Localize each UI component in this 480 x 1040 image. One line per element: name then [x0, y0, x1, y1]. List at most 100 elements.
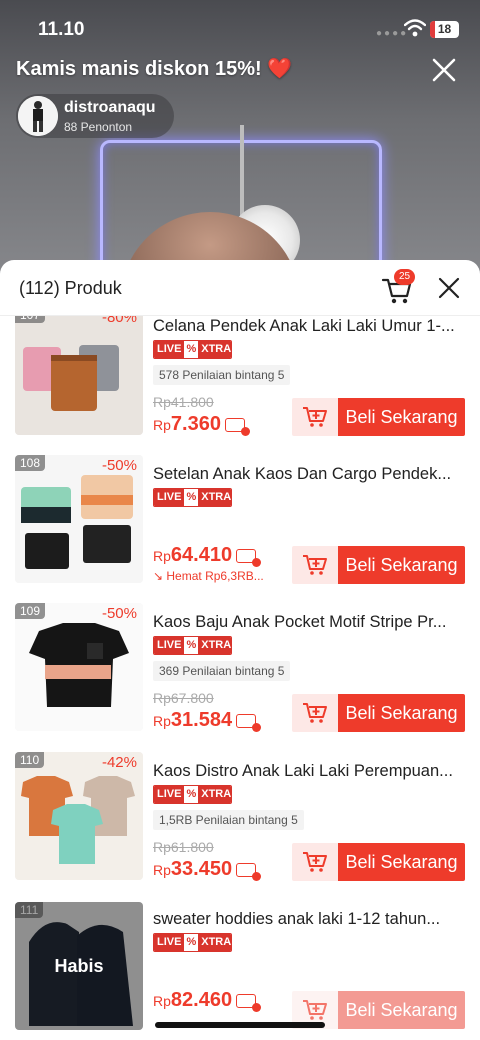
badge-live-text: LIVE — [154, 637, 185, 654]
live-title: Kamis manis diskon 15%! ❤️ — [16, 58, 293, 80]
product-index: 107 — [15, 316, 46, 323]
original-price: Rp61.800 — [153, 839, 214, 855]
currency: Rp — [153, 417, 171, 433]
add-cart-icon — [303, 555, 327, 575]
price: Rp33.450 — [153, 858, 262, 881]
discount-tag: -50% — [101, 605, 137, 622]
add-cart-icon — [303, 407, 327, 427]
price-value: 7.360 — [170, 413, 221, 435]
product-name[interactable]: Setelan Anak Kaos Dan Cargo Pendek... — [153, 465, 466, 484]
live-xtra-badge: LIVE % XTRA — [153, 933, 232, 952]
product-index: 109 — [15, 603, 46, 619]
voucher-icon — [236, 713, 262, 732]
rating-chip: 578 Penilaian bintang 5 — [153, 365, 291, 385]
badge-pct-text: % — [184, 489, 199, 506]
add-to-cart-button[interactable] — [292, 843, 338, 881]
avatar-figure-icon — [18, 96, 58, 136]
shorts-image — [15, 316, 143, 435]
badge-xtra-text: XTRA — [198, 341, 231, 358]
viewer-count: 88 Penonton — [64, 120, 133, 134]
price: Rp7.360 — [153, 413, 250, 436]
price-value: 82.460 — [170, 989, 233, 1011]
price-value: 31.584 — [170, 709, 233, 731]
badge-pct-text: % — [184, 934, 199, 951]
product-name[interactable]: sweater hoddies anak laki 1-12 tahun... — [153, 910, 466, 929]
badge-live-text: LIVE — [154, 489, 185, 506]
cart-count-badge: 25 — [394, 269, 415, 285]
badge-pct-text: % — [184, 341, 199, 358]
price-value: 33.450 — [170, 858, 233, 880]
product-item[interactable]: 110 -42% Kaos Distro Anak Laki Laki Pere… — [0, 747, 480, 895]
product-item[interactable]: 109 -50% Kaos Baju Anak Pocket Motif Str… — [0, 598, 480, 746]
voucher-icon — [236, 862, 262, 881]
badge-xtra-text: XTRA — [198, 489, 231, 506]
add-cart-icon — [303, 703, 327, 723]
live-xtra-badge: LIVE % XTRA — [153, 785, 232, 804]
badge-xtra-text: XTRA — [198, 786, 231, 803]
trend-down-icon: ↘ — [153, 569, 167, 583]
product-thumbnail[interactable]: 108 -50% — [15, 455, 143, 583]
buy-now-button[interactable]: Beli Sekarang — [338, 843, 465, 881]
rating-chip: 369 Penilaian bintang 5 — [153, 661, 291, 681]
host-info[interactable]: distroanaqu 88 Penonton — [16, 94, 174, 138]
product-index: 108 — [15, 455, 46, 471]
product-item[interactable]: 108 -50% Setelan Anak Kaos Dan Cargo Pen… — [0, 450, 480, 598]
product-item[interactable]: 107 -80% Celana Pendek Anak Laki Laki Um… — [0, 316, 480, 450]
badge-live-text: LIVE — [154, 786, 185, 803]
product-thumbnail[interactable]: 111 Habis — [15, 902, 143, 1030]
host-name[interactable]: distroanaqu — [64, 99, 156, 117]
product-name[interactable]: Kaos Baju Anak Pocket Motif Stripe Pr... — [153, 613, 466, 632]
close-sheet-icon[interactable] — [436, 275, 462, 301]
add-to-cart-button[interactable] — [292, 398, 338, 436]
voucher-icon — [236, 993, 262, 1012]
add-cart-icon — [303, 1000, 327, 1020]
discount-tag: -80% — [101, 316, 137, 326]
close-live-icon[interactable] — [428, 54, 460, 86]
voucher-icon — [224, 417, 250, 436]
buy-now-button[interactable]: Beli Sekarang — [338, 991, 465, 1029]
sheet-title: (112) Produk — [19, 278, 122, 298]
sheet-header: (112) Produk 25 — [0, 260, 480, 316]
currency: Rp — [153, 993, 171, 1009]
add-to-cart-button[interactable] — [292, 546, 338, 584]
buy-now-button[interactable]: Beli Sekarang — [338, 546, 465, 584]
host-avatar[interactable] — [18, 96, 58, 136]
battery-icon: 18 — [430, 21, 459, 38]
badge-pct-text: % — [184, 637, 199, 654]
badge-xtra-text: XTRA — [198, 637, 231, 654]
price-value: 64.410 — [170, 544, 233, 566]
currency: Rp — [153, 548, 171, 564]
original-price: Rp41.800 — [153, 394, 214, 410]
add-to-cart-button[interactable] — [292, 694, 338, 732]
price: Rp64.410 — [153, 544, 262, 567]
badge-live-text: LIVE — [154, 934, 185, 951]
badge-pct-text: % — [184, 786, 199, 803]
price: Rp82.460 — [153, 989, 262, 1012]
product-list[interactable]: 107 -80% Celana Pendek Anak Laki Laki Um… — [0, 316, 480, 1040]
product-thumbnail[interactable]: 107 -80% — [15, 316, 143, 435]
product-index: 110 — [15, 752, 45, 768]
live-xtra-badge: LIVE % XTRA — [153, 636, 232, 655]
currency: Rp — [153, 862, 171, 878]
buy-now-button[interactable]: Beli Sekarang — [338, 398, 465, 436]
status-bar: 11.10 ●●●● 18 — [0, 0, 480, 60]
tshirt-image — [15, 603, 143, 731]
buy-now-button[interactable]: Beli Sekarang — [338, 694, 465, 732]
tshirt-set-image — [15, 752, 143, 880]
badge-xtra-text: XTRA — [198, 934, 231, 951]
home-indicator[interactable] — [155, 1022, 325, 1028]
product-thumbnail[interactable]: 110 -42% — [15, 752, 143, 880]
product-thumbnail[interactable]: 109 -50% — [15, 603, 143, 731]
sold-out-overlay: Habis — [15, 902, 143, 1030]
wifi-icon — [404, 19, 426, 37]
savings-text: ↘ Hemat Rp6,3RB... — [153, 569, 264, 583]
product-sheet: (112) Produk 25 107 -80% — [0, 260, 480, 1040]
product-name[interactable]: Celana Pendek Anak Laki Laki Umur 1-... — [153, 317, 466, 336]
product-name[interactable]: Kaos Distro Anak Laki Laki Perempuan... — [153, 762, 466, 781]
set-clothing-image — [15, 455, 143, 583]
live-xtra-badge: LIVE % XTRA — [153, 340, 232, 359]
rating-chip: 1,5RB Penilaian bintang 5 — [153, 810, 304, 830]
live-xtra-badge: LIVE % XTRA — [153, 488, 232, 507]
product-item[interactable]: 111 Habis sweater hoddies anak laki 1-12… — [0, 895, 480, 1040]
discount-tag: -42% — [101, 754, 137, 771]
